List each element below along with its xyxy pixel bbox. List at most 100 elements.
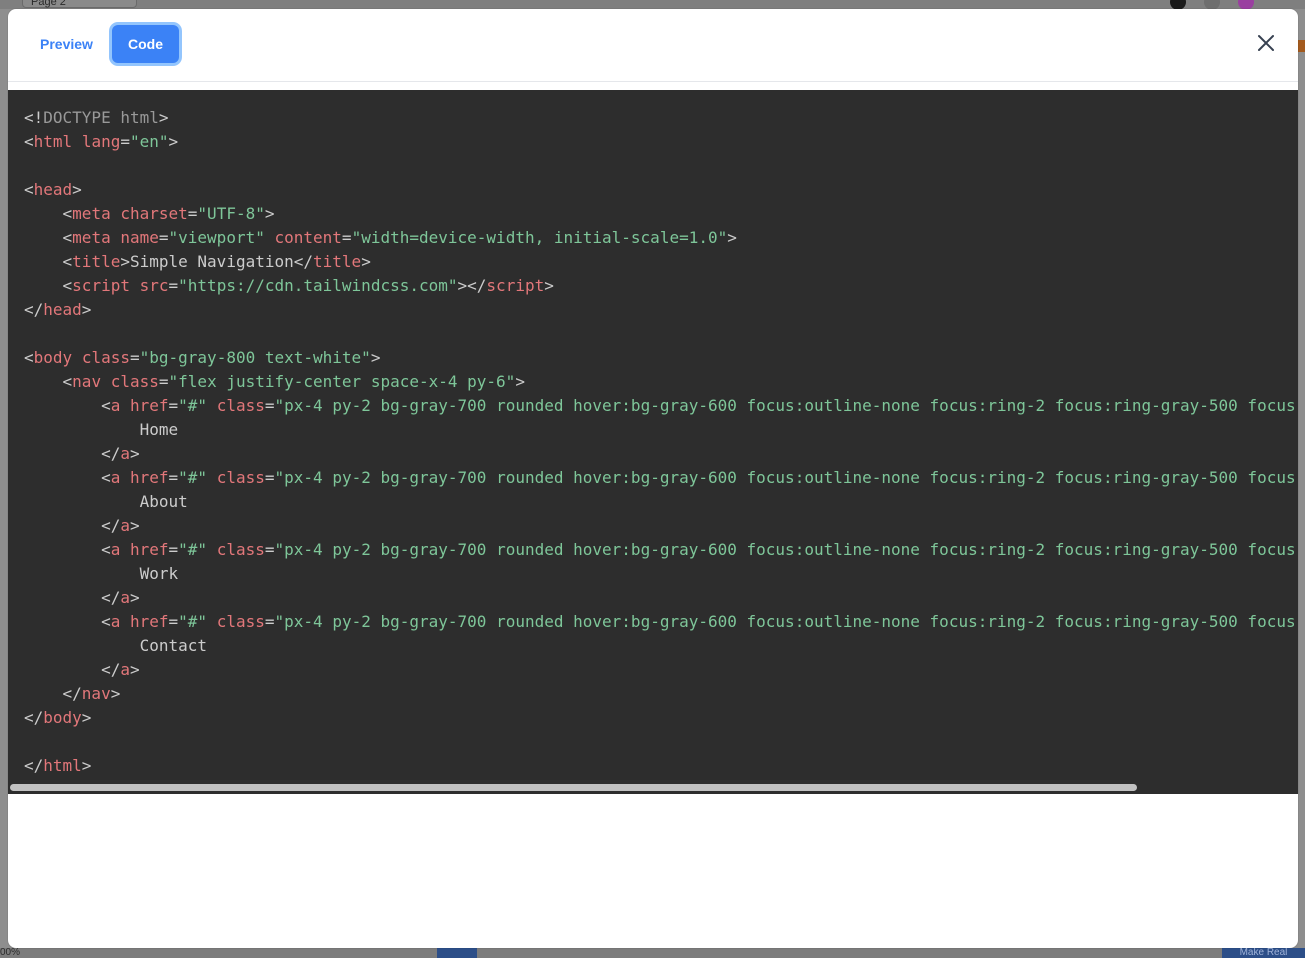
code-token: class — [216, 396, 265, 415]
code-token: = — [168, 612, 179, 631]
code-token: < — [62, 276, 73, 295]
code-line: Contact — [24, 634, 1298, 658]
close-icon — [1258, 35, 1274, 51]
code-line: </html> — [24, 754, 1298, 778]
code-token: </ — [293, 252, 314, 271]
code-line: <head> — [24, 178, 1298, 202]
code-token: = — [264, 396, 275, 415]
code-token: class — [216, 468, 265, 487]
code-token: < — [62, 252, 73, 271]
code-line: <!DOCTYPE html> — [24, 106, 1298, 130]
code-line: <html lang="en"> — [24, 130, 1298, 154]
code-token: src — [139, 276, 169, 295]
code-token: "px-4 py-2 bg-gray-700 rounded hover:bg-… — [274, 468, 1298, 487]
code-token: a — [120, 516, 130, 535]
code-token: ></ — [457, 276, 487, 295]
code-token: > — [129, 588, 140, 607]
code-token: "#" — [178, 612, 208, 631]
code-token: "flex justify-center space-x-4 py-6" — [168, 372, 516, 391]
code-token: html — [43, 756, 82, 775]
code-line: <a href="#" class="px-4 py-2 bg-gray-700… — [24, 394, 1298, 418]
zoom-label: 00% — [0, 947, 21, 958]
code-token: > — [120, 252, 130, 271]
code-token: script — [72, 276, 130, 295]
horizontal-scrollbar[interactable] — [10, 784, 1137, 791]
code-token: <! — [24, 108, 44, 127]
code-token: > — [110, 684, 121, 703]
code-token: body — [43, 708, 82, 727]
code-line: <body class="bg-gray-800 text-white"> — [24, 346, 1298, 370]
code-token: > — [727, 228, 737, 247]
code-token: a — [120, 588, 130, 607]
select-tool — [437, 948, 477, 958]
tab-preview[interactable]: Preview — [24, 25, 109, 63]
code-token: > — [72, 180, 82, 199]
code-token: </ — [24, 756, 44, 775]
code-token: body — [33, 348, 73, 367]
code-token: Home — [24, 420, 179, 439]
code-line: <a href="#" class="px-4 py-2 bg-gray-700… — [24, 610, 1298, 634]
code-token: "#" — [178, 540, 208, 559]
code-token: About — [24, 492, 188, 511]
code-token: DOCTYPE html — [43, 108, 159, 127]
close-button[interactable] — [1254, 31, 1278, 55]
code-token: = — [168, 468, 179, 487]
tab-code[interactable]: Code — [112, 25, 179, 63]
code-token: > — [264, 204, 275, 223]
background-toolbar: Page 2 — [0, 0, 1305, 10]
code-line: Home — [24, 418, 1298, 442]
code-token: "https://cdn.tailwindcss.com" — [178, 276, 458, 295]
code-token: </ — [24, 708, 44, 727]
make-real-button: Make Real — [1222, 948, 1305, 958]
code-token: = — [264, 468, 275, 487]
code-token: meta — [72, 204, 111, 223]
code-token: < — [101, 612, 111, 631]
code-line: </head> — [24, 298, 1298, 322]
code-token: "UTF-8" — [197, 204, 265, 223]
code-token: meta — [72, 228, 111, 247]
code-block: <!DOCTYPE html> <html lang="en"> <head> <m… — [24, 106, 1298, 778]
code-line: About — [24, 490, 1298, 514]
code-token: > — [129, 516, 140, 535]
code-token: < — [101, 396, 111, 415]
code-token: > — [544, 276, 554, 295]
code-modal: Preview Code <!DOCTYPE html> <html lang="… — [8, 9, 1298, 948]
code-viewer[interactable]: <!DOCTYPE html> <html lang="en"> <head> <m… — [8, 90, 1298, 794]
code-token: > — [81, 708, 92, 727]
code-token: </ — [62, 684, 82, 703]
code-token: class — [81, 348, 130, 367]
code-token: = — [158, 372, 169, 391]
code-token: "#" — [178, 468, 208, 487]
code-line: <a href="#" class="px-4 py-2 bg-gray-700… — [24, 538, 1298, 562]
code-token: > — [158, 108, 169, 127]
code-token: class — [216, 540, 265, 559]
code-line: <meta name="viewport" content="width=dev… — [24, 226, 1298, 250]
code-token: "px-4 py-2 bg-gray-700 rounded hover:bg-… — [274, 396, 1298, 415]
code-line: <title>Simple Navigation</title> — [24, 250, 1298, 274]
code-token: "px-4 py-2 bg-gray-700 rounded hover:bg-… — [274, 540, 1298, 559]
code-line: </body> — [24, 706, 1298, 730]
code-token: "en" — [129, 132, 169, 151]
code-token: < — [24, 132, 34, 151]
code-token: </ — [101, 444, 121, 463]
code-line: <meta charset="UTF-8"> — [24, 202, 1298, 226]
code-token: title — [72, 252, 121, 271]
